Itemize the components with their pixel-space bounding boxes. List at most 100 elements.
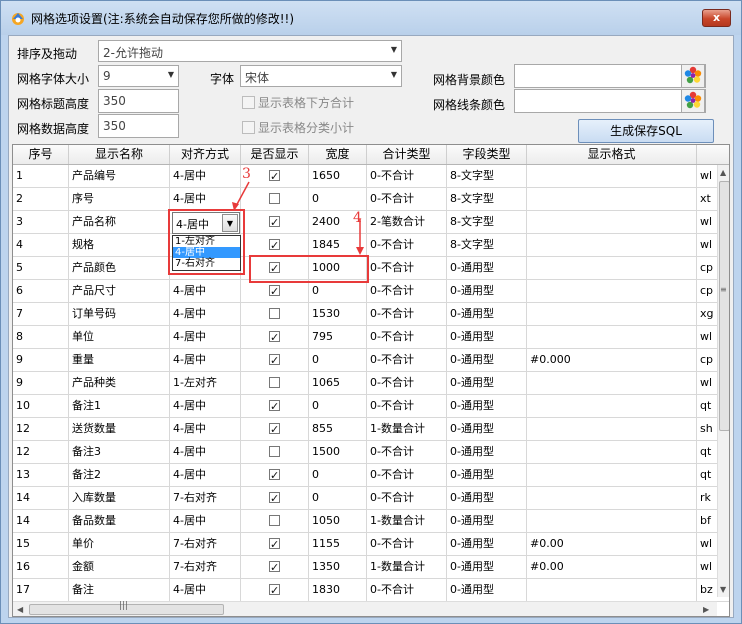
cell-alignment[interactable]: 4-居中 <box>170 510 241 532</box>
cell-display-format[interactable] <box>527 395 697 417</box>
cell-row-number[interactable]: 12 <box>13 418 69 440</box>
cell-column-width[interactable]: 0 <box>309 280 367 302</box>
cell-alignment[interactable]: 4-居中 <box>170 464 241 486</box>
cell-column-width[interactable]: 0 <box>309 349 367 371</box>
cell-alignment[interactable]: 7-右对齐 <box>170 533 241 555</box>
cell-sum-type[interactable]: 1-数量合计 <box>367 556 447 578</box>
table-row[interactable]: 12 备注3 4-居中 1500 0-不合计 0-通用型 qt <box>13 441 729 464</box>
cell-sum-type[interactable]: 0-不合计 <box>367 303 447 325</box>
cell-display-name[interactable]: 送货数量 <box>69 418 170 440</box>
table-row[interactable]: 9 产品种类 1-左对齐 1065 0-不合计 0-通用型 wl <box>13 372 729 395</box>
visible-checkbox[interactable] <box>269 396 280 417</box>
cell-field-type[interactable]: 0-通用型 <box>447 372 527 394</box>
cell-display-name[interactable]: 备注1 <box>69 395 170 417</box>
cell-alignment[interactable]: 1-左对齐 <box>170 372 241 394</box>
cell-alignment[interactable]: 4-居中 <box>170 579 241 601</box>
cell-display-format[interactable] <box>527 579 697 601</box>
table-row[interactable]: 10备注14-居中00-不合计0-通用型qt <box>13 395 729 418</box>
cell-field-type[interactable]: 0-通用型 <box>447 418 527 440</box>
cell-visible[interactable] <box>241 441 309 463</box>
cell-column-width[interactable]: 795 <box>309 326 367 348</box>
cell-column-width[interactable]: 1065 <box>309 372 367 394</box>
cell-display-format[interactable] <box>527 487 697 509</box>
visible-checkbox[interactable] <box>269 327 280 348</box>
cell-row-number[interactable]: 14 <box>13 487 69 509</box>
cell-display-name[interactable]: 产品尺寸 <box>69 280 170 302</box>
cell-display-format[interactable] <box>527 418 697 440</box>
cell-alignment[interactable]: 4-居中 <box>170 349 241 371</box>
cell-field-type[interactable]: 0-通用型 <box>447 349 527 371</box>
cell-sum-type[interactable]: 1-数量合计 <box>367 418 447 440</box>
horizontal-scrollbar[interactable]: ◀ ||| ▶ <box>13 601 717 616</box>
cell-display-name[interactable]: 金额 <box>69 556 170 578</box>
cell-row-number[interactable]: 6 <box>13 280 69 302</box>
cell-field-type[interactable]: 0-通用型 <box>447 487 527 509</box>
cell-row-number[interactable]: 14 <box>13 510 69 532</box>
cell-display-name[interactable]: 备注3 <box>69 441 170 463</box>
cell-display-format[interactable] <box>527 464 697 486</box>
cell-display-format[interactable] <box>527 303 697 325</box>
visible-checkbox[interactable] <box>269 515 280 526</box>
cell-column-width[interactable]: 1500 <box>309 441 367 463</box>
cell-alignment[interactable]: 4-居中 <box>170 418 241 440</box>
cell-display-name[interactable]: 单价 <box>69 533 170 555</box>
cell-sum-type[interactable]: 0-不合计 <box>367 280 447 302</box>
visible-checkbox[interactable] <box>269 350 280 371</box>
cell-visible[interactable] <box>241 464 309 486</box>
cell-field-type[interactable]: 0-通用型 <box>447 533 527 555</box>
visible-checkbox[interactable] <box>269 446 280 457</box>
cell-field-type[interactable]: 0-通用型 <box>447 326 527 348</box>
cell-visible[interactable] <box>241 510 309 532</box>
cell-visible[interactable] <box>241 556 309 578</box>
table-row[interactable]: 7 订单号码 4-居中 1530 0-不合计 0-通用型 xg <box>13 303 729 326</box>
title-bar[interactable]: 网格选项设置(注:系统会自动保存您所做的修改!!) x <box>1 1 741 35</box>
cell-alignment[interactable]: 4-居中 <box>170 441 241 463</box>
table-row[interactable]: 14入库数量7-右对齐00-不合计0-通用型rk <box>13 487 729 510</box>
cell-column-width[interactable]: 0 <box>309 487 367 509</box>
cell-row-number[interactable]: 12 <box>13 441 69 463</box>
visible-checkbox[interactable] <box>269 308 280 319</box>
cell-sum-type[interactable]: 0-不合计 <box>367 579 447 601</box>
cell-sum-type[interactable]: 0-不合计 <box>367 464 447 486</box>
cell-display-format[interactable] <box>527 441 697 463</box>
cell-visible[interactable] <box>241 280 309 302</box>
cell-sum-type[interactable]: 1-数量合计 <box>367 510 447 532</box>
table-row[interactable]: 8单位4-居中7950-不合计0-通用型wl <box>13 326 729 349</box>
visible-checkbox[interactable] <box>269 281 280 302</box>
cell-visible[interactable] <box>241 533 309 555</box>
cell-visible[interactable] <box>241 303 309 325</box>
table-row[interactable]: 13备注24-居中00-不合计0-通用型qt <box>13 464 729 487</box>
cell-display-name[interactable]: 备品数量 <box>69 510 170 532</box>
cell-row-number[interactable]: 7 <box>13 303 69 325</box>
cell-row-number[interactable]: 8 <box>13 326 69 348</box>
cell-row-number[interactable]: 13 <box>13 464 69 486</box>
scroll-left-icon[interactable]: ◀ <box>17 605 23 614</box>
cell-display-format[interactable] <box>527 326 697 348</box>
visible-checkbox[interactable] <box>269 488 280 509</box>
visible-checkbox[interactable] <box>269 465 280 486</box>
cell-sum-type[interactable]: 0-不合计 <box>367 533 447 555</box>
cell-display-format[interactable] <box>527 372 697 394</box>
cell-alignment[interactable]: 4-居中 <box>170 395 241 417</box>
cell-field-type[interactable]: 0-通用型 <box>447 280 527 302</box>
cell-field-type[interactable]: 0-通用型 <box>447 464 527 486</box>
cell-visible[interactable] <box>241 372 309 394</box>
cell-field-type[interactable]: 0-通用型 <box>447 579 527 601</box>
cell-visible[interactable] <box>241 579 309 601</box>
visible-checkbox[interactable] <box>269 377 280 388</box>
table-row[interactable]: 12送货数量4-居中8551-数量合计0-通用型sh <box>13 418 729 441</box>
cell-row-number[interactable]: 9 <box>13 349 69 371</box>
table-row[interactable]: 15单价7-右对齐11550-不合计0-通用型#0.00wl <box>13 533 729 556</box>
cell-row-number[interactable]: 10 <box>13 395 69 417</box>
table-row[interactable]: 14 备品数量 4-居中 1050 1-数量合计 0-通用型 bf <box>13 510 729 533</box>
cell-alignment[interactable]: 4-居中 <box>170 280 241 302</box>
visible-checkbox[interactable] <box>269 534 280 555</box>
table-row[interactable]: 17备注4-居中18300-不合计0-通用型bz <box>13 579 729 602</box>
cell-row-number[interactable]: 16 <box>13 556 69 578</box>
visible-checkbox[interactable] <box>269 419 280 440</box>
cell-sum-type[interactable]: 0-不合计 <box>367 487 447 509</box>
cell-sum-type[interactable]: 0-不合计 <box>367 349 447 371</box>
table-row[interactable]: 16金额7-右对齐13501-数量合计0-通用型#0.00wl <box>13 556 729 579</box>
cell-field-type[interactable]: 0-通用型 <box>447 441 527 463</box>
cell-display-format[interactable]: #0.00 <box>527 556 697 578</box>
